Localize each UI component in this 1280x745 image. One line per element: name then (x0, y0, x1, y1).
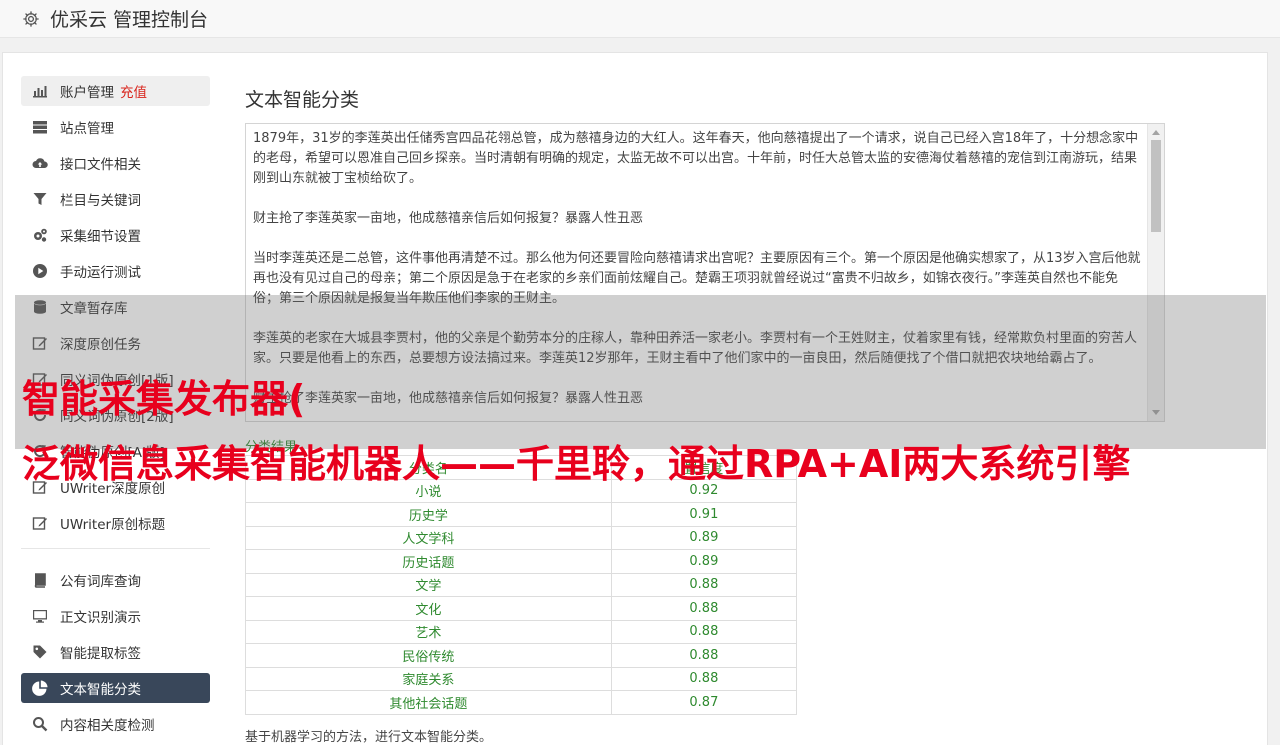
confidence-cell: 0.88 (610, 643, 798, 668)
bar-chart-icon (33, 86, 47, 98)
sidebar-item-label: 文本智能分类 (60, 682, 141, 698)
overlay-caption-line1: 智能采集发布器( (22, 377, 306, 421)
classification-table: 分类名 置信度 小说 0.92 历史学 0.91 人文学科 0.89 历史话题 0.89… (245, 455, 798, 715)
sidebar-divider (21, 548, 210, 549)
book-icon (34, 573, 46, 588)
recharge-link[interactable]: 充值 (120, 81, 147, 101)
footer-note: 基于机器学习的方法，进行文本智能分类。 (245, 730, 493, 745)
play-circle-icon (33, 264, 47, 278)
sidebar-item-label: 账户管理 (60, 85, 114, 101)
text-paragraph: 财主抢了李莲英家一亩地，他成慈禧亲信后如何报复？暴露人性丑恶 (253, 211, 644, 226)
sidebar-item-interface-files[interactable]: 接口文件相关 (21, 148, 210, 178)
sidebar-item-sites[interactable]: 站点管理 (21, 112, 210, 142)
confidence-cell: 0.91 (610, 502, 798, 527)
category-cell: 其他社会话题 (245, 690, 612, 715)
table-row: 文学 0.88 (245, 572, 798, 597)
sidebar-item-account[interactable]: 账户管理 充值 (21, 76, 210, 106)
confidence-cell: 0.88 (610, 596, 798, 621)
table-row: 艺术 0.88 (245, 619, 798, 644)
table-row: 人文学科 0.89 (245, 525, 798, 550)
top-bar: 优采云 管理控制台 (0, 0, 1280, 38)
sidebar-item-label: 公有词库查询 (60, 574, 141, 590)
sidebar-item-manual-run[interactable]: 手动运行测试 (21, 256, 210, 286)
category-cell: 历史学 (245, 502, 612, 527)
confidence-cell: 0.87 (610, 690, 798, 715)
sidebar-item-collect-settings[interactable]: 采集细节设置 (21, 220, 210, 250)
server-icon (33, 121, 47, 134)
sidebar-item-label: 采集细节设置 (60, 229, 141, 245)
table-row: 其他社会话题 0.87 (245, 690, 798, 715)
filter-icon (33, 193, 47, 205)
table-row: 文化 0.88 (245, 596, 798, 621)
confidence-cell: 0.88 (610, 619, 798, 644)
scroll-up-arrow-icon[interactable] (1152, 130, 1160, 135)
sidebar-item-text-recognition[interactable]: 正文识别演示 (21, 601, 210, 631)
sidebar-item-label: 手动运行测试 (60, 265, 141, 281)
sidebar-item-label: 正文识别演示 (60, 610, 141, 626)
cloud-upload-icon (32, 158, 48, 168)
category-cell: 历史话题 (245, 549, 612, 574)
category-cell: 人文学科 (245, 525, 612, 550)
sidebar-item-label: 栏目与关键词 (60, 193, 141, 209)
sidebar-item-public-lexicon[interactable]: 公有词库查询 (21, 565, 210, 595)
app-title: 优采云 管理控制台 (50, 9, 209, 31)
sidebar-item-columns-keywords[interactable]: 栏目与关键词 (21, 184, 210, 214)
sidebar-item-label: 站点管理 (60, 121, 114, 137)
category-cell: 艺术 (245, 619, 612, 644)
confidence-cell: 0.88 (610, 666, 798, 691)
scrollbar-thumb[interactable] (1151, 140, 1161, 232)
sidebar-item-label: 智能提取标签 (60, 646, 141, 662)
sidebar-item-label: UWriter原创标题 (60, 517, 166, 533)
category-cell: 文学 (245, 572, 612, 597)
sidebar-item-label: 内容相关度检测 (60, 718, 155, 734)
sidebar-item-uwriter-title[interactable]: UWriter原创标题 (21, 508, 210, 538)
watermark-overlay-band (15, 295, 1266, 449)
edit-icon (32, 517, 47, 530)
sidebar-item-tag-extraction[interactable]: 智能提取标签 (21, 637, 210, 667)
confidence-cell: 0.88 (610, 572, 798, 597)
table-row: 民俗传统 0.88 (245, 643, 798, 668)
search-icon (33, 717, 48, 732)
page-title: 文本智能分类 (245, 89, 360, 111)
category-cell: 民俗传统 (245, 643, 612, 668)
category-cell: 文化 (245, 596, 612, 621)
sidebar-item-relevance-check[interactable]: 内容相关度检测 (21, 709, 210, 739)
table-row: 历史话题 0.89 (245, 549, 798, 574)
sidebar-item-text-classification[interactable]: 文本智能分类 (21, 673, 210, 703)
sidebar-item-label: 接口文件相关 (60, 157, 141, 173)
text-paragraph: 1879年，31岁的李莲英出任储秀宫四品花翎总管，成为慈禧身边的大红人。这年春天… (253, 131, 1139, 186)
overlay-caption-line2: 泛微信息采集智能机器人——千里聆，通过RPA+AI两大系统引擎 (22, 442, 1131, 486)
confidence-cell: 0.89 (610, 549, 798, 574)
gears-icon (34, 228, 47, 242)
confidence-cell: 0.89 (610, 525, 798, 550)
table-row: 历史学 0.91 (245, 502, 798, 527)
pie-chart-icon (32, 680, 48, 696)
category-cell: 家庭关系 (245, 666, 612, 691)
monitor-icon (33, 610, 47, 623)
table-row: 家庭关系 0.88 (245, 666, 798, 691)
gear-icon (23, 10, 39, 27)
tag-icon (33, 645, 47, 659)
